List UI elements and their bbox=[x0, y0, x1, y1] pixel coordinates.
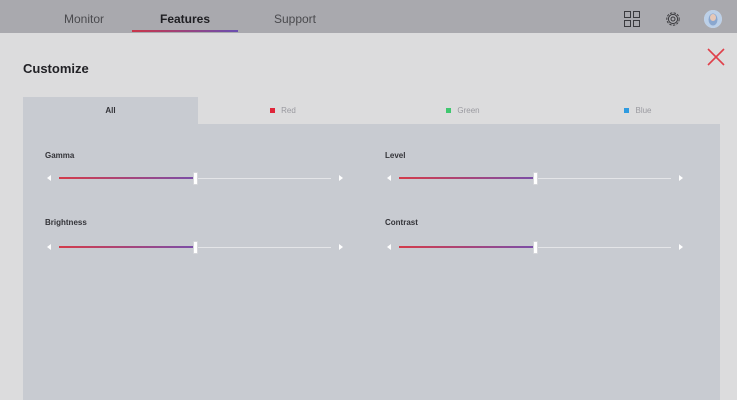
green-swatch-icon bbox=[446, 108, 452, 113]
tab-red[interactable]: Red bbox=[223, 97, 343, 124]
slider-right-arrow-icon[interactable] bbox=[679, 244, 683, 250]
channel-tabs: All Red Green Blue bbox=[23, 97, 720, 124]
level-slider[interactable] bbox=[387, 172, 683, 186]
slider-fill bbox=[59, 246, 195, 248]
slider-thumb[interactable] bbox=[533, 241, 538, 254]
slider-right-arrow-icon[interactable] bbox=[339, 244, 343, 250]
slider-thumb[interactable] bbox=[193, 241, 198, 254]
slider-thumb[interactable] bbox=[533, 172, 538, 185]
controls-panel: Gamma Level Brightness Contrast bbox=[23, 124, 720, 400]
tab-all[interactable]: All bbox=[23, 97, 198, 124]
tab-label: Red bbox=[281, 106, 296, 115]
gamma-slider[interactable] bbox=[47, 172, 343, 186]
tab-features[interactable]: Features bbox=[150, 0, 220, 33]
page-title: Customize bbox=[23, 61, 89, 76]
slider-left-arrow-icon[interactable] bbox=[47, 175, 51, 181]
slider-right-arrow-icon[interactable] bbox=[339, 175, 343, 181]
slider-right-arrow-icon[interactable] bbox=[679, 175, 683, 181]
gear-icon[interactable] bbox=[664, 10, 682, 28]
blue-swatch-icon bbox=[624, 108, 630, 113]
gamma-label: Gamma bbox=[45, 151, 75, 160]
slider-thumb[interactable] bbox=[193, 172, 198, 185]
contrast-label: Contrast bbox=[385, 218, 418, 227]
top-nav-bar: Monitor Features Support bbox=[0, 0, 737, 33]
tab-support[interactable]: Support bbox=[260, 0, 330, 33]
close-icon bbox=[707, 48, 725, 66]
slider-fill bbox=[399, 177, 535, 179]
slider-left-arrow-icon[interactable] bbox=[47, 244, 51, 250]
tab-monitor[interactable]: Monitor bbox=[50, 0, 118, 33]
active-tab-indicator bbox=[132, 30, 238, 32]
slider-left-arrow-icon[interactable] bbox=[387, 244, 391, 250]
tab-label: All bbox=[105, 106, 116, 115]
close-button[interactable] bbox=[706, 47, 726, 67]
level-label: Level bbox=[385, 151, 406, 160]
avatar[interactable] bbox=[704, 10, 722, 28]
slider-fill bbox=[59, 177, 195, 179]
grid-icon[interactable] bbox=[623, 10, 641, 28]
tab-label: Blue bbox=[635, 106, 652, 115]
tab-blue[interactable]: Blue bbox=[578, 97, 698, 124]
tab-green[interactable]: Green bbox=[403, 97, 523, 124]
contrast-slider[interactable] bbox=[387, 241, 683, 255]
brightness-label: Brightness bbox=[45, 218, 87, 227]
red-swatch-icon bbox=[270, 108, 276, 113]
slider-fill bbox=[399, 246, 535, 248]
brightness-slider[interactable] bbox=[47, 241, 343, 255]
tab-label: Green bbox=[457, 106, 480, 115]
slider-left-arrow-icon[interactable] bbox=[387, 175, 391, 181]
